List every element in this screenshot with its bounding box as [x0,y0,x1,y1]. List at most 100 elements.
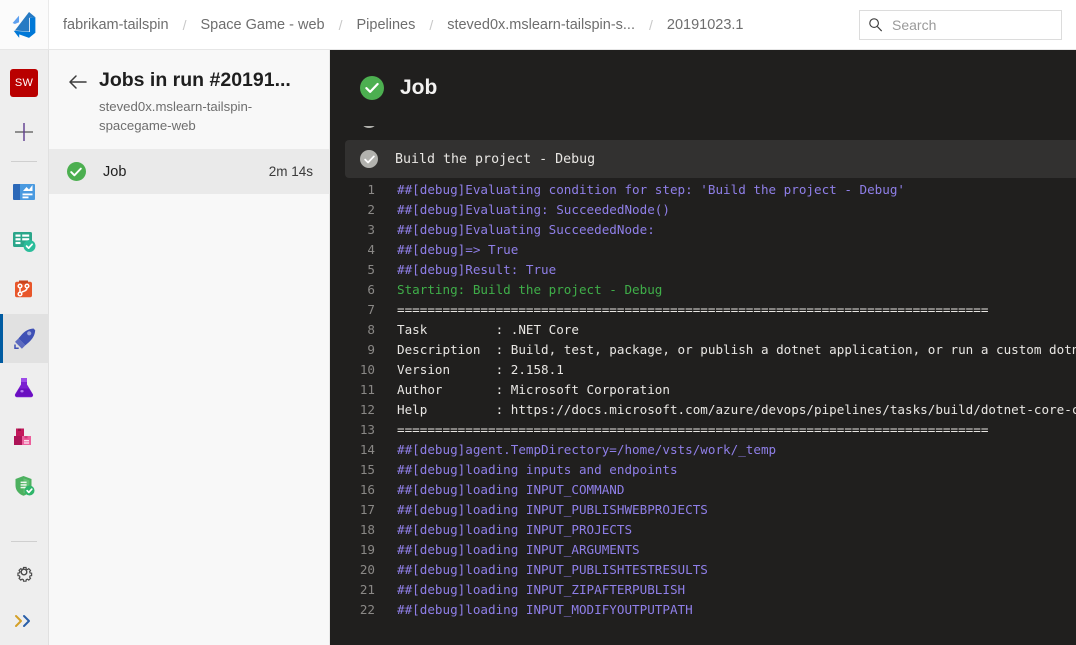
log-line: 19 ##[debug]loading INPUT_ARGUMENTS [330,540,1076,560]
search-input[interactable] [892,16,1053,33]
log-line-number: 13 [359,422,375,437]
list-item-job[interactable]: Job 2m 14s [49,149,329,194]
breadcrumb-separator: / [648,16,653,33]
log-line: 3 ##[debug]Evaluating SucceededNode: [330,220,1076,240]
log-line-text: ##[debug]Evaluating condition for step: … [397,182,905,197]
log-line-text: ##[debug]loading INPUT_PUBLISHTESTRESULT… [397,562,708,577]
step-label: Restore project dependencies [395,126,619,127]
breadcrumb-separator: / [338,16,343,33]
sidebar-item-overview[interactable] [0,167,49,216]
page-title: Jobs in run #20191... [99,69,291,91]
sidebar-item-user-avatar[interactable]: SW [0,58,49,107]
log-line-number: 15 [359,462,375,477]
log-line-number: 21 [359,582,375,597]
log-line-text: ##[debug]Result: True [397,262,557,277]
log-header-title: Job [400,76,438,99]
log-lines: 1 ##[debug]Evaluating condition for step:… [330,178,1076,620]
log-line-text: Author : Microsoft Corporation [397,382,670,397]
sidebar-item-boards[interactable] [0,216,49,265]
artifacts-boxes-icon [11,424,37,450]
search-box[interactable] [859,9,1062,40]
log-header: Job [330,50,1076,126]
log-line: 1 ##[debug]Evaluating condition for step:… [330,180,1076,200]
breadcrumb: fabrikam-tailspin / Space Game - web / P… [49,0,859,49]
jobs-panel: Jobs in run #20191... steved0x.mslearn-t… [49,50,330,645]
log-line: 20 ##[debug]loading INPUT_PUBLISHTESTRESU… [330,560,1076,580]
panel-header-text: Jobs in run #20191... steved0x.mslearn-t… [99,68,291,135]
breadcrumb-pipeline-name[interactable]: steved0x.mslearn-tailspin-s... [445,17,637,33]
log-line: 10 Version : 2.158.1 [330,360,1076,380]
log-line-number: 1 [367,182,375,197]
log-line: 4 ##[debug]=> True [330,240,1076,260]
log-line: 8 Task : .NET Core [330,320,1076,340]
log-scroll-area[interactable]: Restore project dependencies Build the p… [330,126,1076,645]
panel-header: Jobs in run #20191... steved0x.mslearn-t… [49,50,329,149]
log-line-number: 2 [367,202,375,217]
sidebar-item-repos[interactable] [0,265,49,314]
azure-devops-logo-button[interactable] [0,0,49,49]
log-line-number: 6 [367,282,375,297]
log-line-text: ##[debug]loading INPUT_MODIFYOUTPUTPATH [397,602,693,617]
log-line-number: 18 [359,522,375,537]
log-line-text: ========================================… [397,422,989,437]
log-line-text: Task : .NET Core [397,322,579,337]
sidebar-item-test-plans[interactable] [0,363,49,412]
log-line: 17 ##[debug]loading INPUT_PUBLISHWEBPROJE… [330,500,1076,520]
success-check-icon [360,76,384,100]
log-line-text: ##[debug]loading INPUT_ARGUMENTS [397,542,640,557]
app-root: fabrikam-tailspin / Space Game - web / P… [0,0,1076,645]
log-line: 13 ======================================… [330,420,1076,440]
log-line-number: 9 [367,342,375,357]
overview-dashboard-icon [11,179,37,205]
step-row-build-project-debug[interactable]: Build the project - Debug [345,140,1076,178]
sidebar-item-pipelines[interactable] [0,314,49,363]
job-duration-label: 2m 14s [268,164,313,179]
log-line-text: Starting: Build the project - Debug [397,282,663,297]
breadcrumb-pipelines[interactable]: Pipelines [354,17,417,33]
log-line-text: ##[debug]agent.TempDirectory=/home/vsts/… [397,442,777,457]
log-line: 15 ##[debug]loading inputs and endpoints [330,460,1076,480]
boards-icon [11,228,37,254]
search-icon [868,17,883,32]
log-line-number: 3 [367,222,375,237]
test-plans-flask-icon [11,375,37,401]
success-check-icon-gray [360,126,378,128]
plus-icon [13,121,35,143]
rail-divider-bottom [11,541,37,542]
avatar: SW [10,68,38,97]
back-button[interactable] [65,69,91,95]
breadcrumb-separator: / [429,16,434,33]
log-line: 22 ##[debug]loading INPUT_MODIFYOUTPUTPAT… [330,600,1076,620]
log-line: 18 ##[debug]loading INPUT_PROJECTS [330,520,1076,540]
log-line-number: 17 [359,502,375,517]
rail-divider [11,161,37,162]
log-line-number: 11 [359,382,375,397]
breadcrumb-run-number[interactable]: 20191023.1 [665,17,746,33]
sidebar-item-security[interactable] [0,461,49,510]
step-row-restore-dependencies[interactable]: Restore project dependencies [330,126,1076,140]
pipelines-rocket-icon [11,325,38,352]
log-line-text: Version : 2.158.1 [397,362,564,377]
log-line-number: 19 [359,542,375,557]
sidebar-item-create-new[interactable] [0,107,49,156]
log-line-number: 14 [359,442,375,457]
log-line: 2 ##[debug]Evaluating: SucceededNode() [330,200,1076,220]
log-line-text: ##[debug]loading INPUT_ZIPAFTERPUBLISH [397,582,686,597]
repos-branch-icon [11,277,37,303]
body: SW Jobs in run #20191... steved0x.mslear… [0,50,1076,645]
log-line: 6 Starting: Build the project - Debug [330,280,1076,300]
breadcrumb-project[interactable]: Space Game - web [198,17,326,33]
log-line-number: 7 [367,302,375,317]
log-line-number: 4 [367,242,375,257]
log-line: 7 =======================================… [330,300,1076,320]
sidebar-item-project-settings[interactable] [0,547,49,596]
log-line-number: 16 [359,482,375,497]
breadcrumb-organization[interactable]: fabrikam-tailspin [61,17,171,33]
log-line: 5 ##[debug]Result: True [330,260,1076,280]
log-pane: Job Restore project dependencies [330,50,1076,645]
sidebar-item-expand-rail[interactable] [0,596,49,645]
sidebar-item-artifacts[interactable] [0,412,49,461]
shield-icon [11,473,37,499]
log-line-number: 8 [367,322,375,337]
back-arrow-icon [68,74,88,90]
